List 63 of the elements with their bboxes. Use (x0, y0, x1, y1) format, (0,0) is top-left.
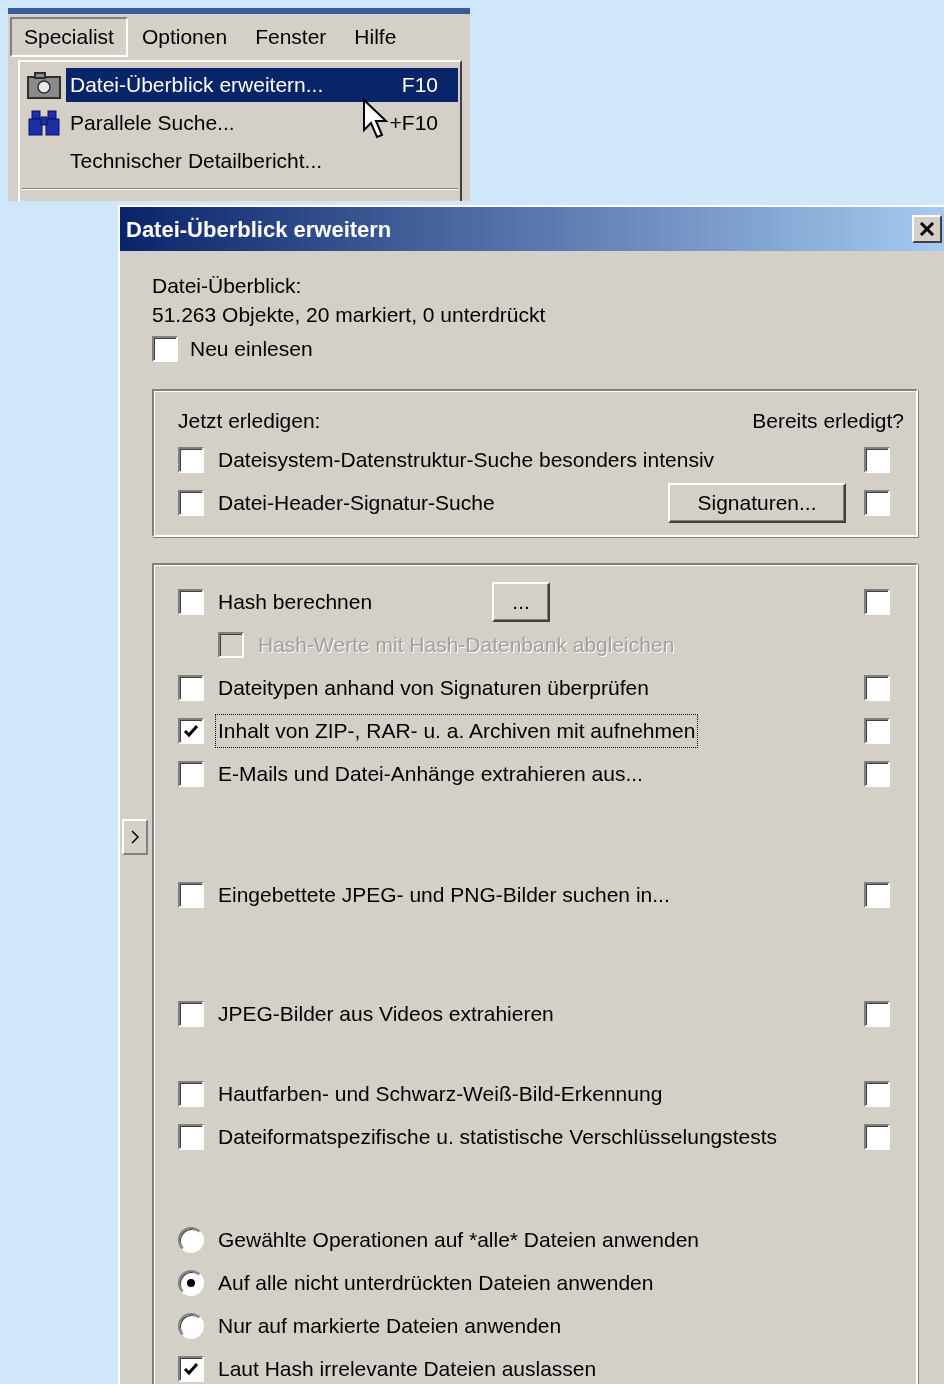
checkbox[interactable] (178, 1356, 204, 1382)
menu-bar-item[interactable]: Specialist (10, 17, 128, 57)
done-checkbox[interactable] (864, 1124, 890, 1150)
checkbox[interactable] (178, 1124, 204, 1150)
option-label: Neu einlesen (190, 336, 313, 362)
dialog-button[interactable]: Signaturen... (668, 483, 846, 523)
close-icon (919, 222, 935, 236)
done-checkbox[interactable] (864, 882, 890, 908)
checkbox[interactable] (178, 1001, 204, 1027)
summary-text: 51.263 Objekte, 20 markiert, 0 unterdrückt (152, 302, 547, 328)
checkbox[interactable] (178, 490, 204, 516)
done-checkbox[interactable] (864, 675, 890, 701)
binoculars-icon (27, 109, 61, 137)
checkbox[interactable] (152, 335, 178, 362)
radio-button[interactable] (178, 1270, 204, 1296)
done-checkbox[interactable] (864, 1081, 890, 1107)
chevron-right-icon (130, 829, 140, 845)
close-button[interactable] (912, 215, 942, 243)
checkbox[interactable] (178, 1081, 204, 1107)
option-label: Nur auf markierte Dateien anwenden (217, 1313, 563, 1340)
option-label: Hautfarben- und Schwarz-Weiß-Bild-Erkennung (217, 1081, 664, 1108)
group-heading: Jetzt erledigen: (178, 407, 321, 434)
checkmark-icon (183, 724, 199, 738)
window-title: Datei-Überblick erweitern (126, 215, 392, 244)
menu-bar-item[interactable]: Hilfe (340, 17, 411, 57)
option-label: E-Mails und Datei-Anhänge extrahieren aus... (217, 761, 644, 788)
menu-bar-item[interactable]: Fenster (241, 17, 341, 57)
menu-bar-item[interactable]: Optionen (127, 17, 242, 57)
checkbox[interactable] (178, 718, 204, 744)
done-checkbox[interactable] (864, 761, 890, 787)
option-label: JPEG-Bilder aus Videos extrahieren (217, 1001, 555, 1028)
checkbox[interactable] (178, 447, 204, 473)
option-label: Eingebettete JPEG- und PNG-Bilder suchen in... (217, 882, 671, 909)
dialog-button[interactable]: ... (492, 582, 551, 622)
done-checkbox[interactable] (864, 1001, 890, 1027)
option-label: Gewählte Operationen auf *alle* Dateien anwenden (217, 1227, 700, 1254)
option-label: Laut Hash irrelevante Dateien auslassen (217, 1356, 598, 1383)
done-checkbox[interactable] (864, 490, 890, 516)
checkbox[interactable] (178, 675, 204, 701)
done-checkbox[interactable] (864, 447, 890, 473)
option-label: Inhalt von ZIP-, RAR- u. a. Archiven mit aufnehmen (216, 715, 698, 747)
option-label: Dateisystem-Datenstruktur-Suche besonders intensiv (217, 447, 716, 474)
option-label: Dateitypen anhand von Signaturen überprüfen (217, 675, 650, 702)
menu-item[interactable]: Technischer Detailbericht... (66, 144, 458, 178)
summary-label: Datei-Überblick: (152, 273, 303, 299)
menu-item[interactable]: Parallele Suche... +F10 (66, 106, 458, 140)
radio-button[interactable] (178, 1313, 204, 1339)
checkbox[interactable] (178, 589, 204, 615)
column-heading: Bereits erledigt? (752, 407, 904, 434)
checkmark-icon (183, 1362, 199, 1376)
checkbox[interactable] (178, 882, 204, 908)
camera-icon (27, 71, 61, 99)
menu-item[interactable]: Datei-Überblick erweitern... F10 (66, 68, 458, 102)
radio-button[interactable] (178, 1227, 204, 1253)
option-label: Auf alle nicht unterdrückten Dateien anwenden (217, 1270, 655, 1297)
option-label: Hash berechnen (217, 589, 374, 616)
done-checkbox[interactable] (864, 718, 890, 744)
checkbox[interactable] (178, 761, 204, 787)
mouse-pointer-icon (362, 98, 390, 140)
expand-button[interactable] (122, 819, 148, 855)
option-label: Datei-Header-Signatur-Suche (217, 490, 496, 517)
option-label: Dateiformatspezifische u. statistische Verschlüsselungstests (217, 1124, 779, 1151)
done-checkbox[interactable] (864, 589, 890, 615)
